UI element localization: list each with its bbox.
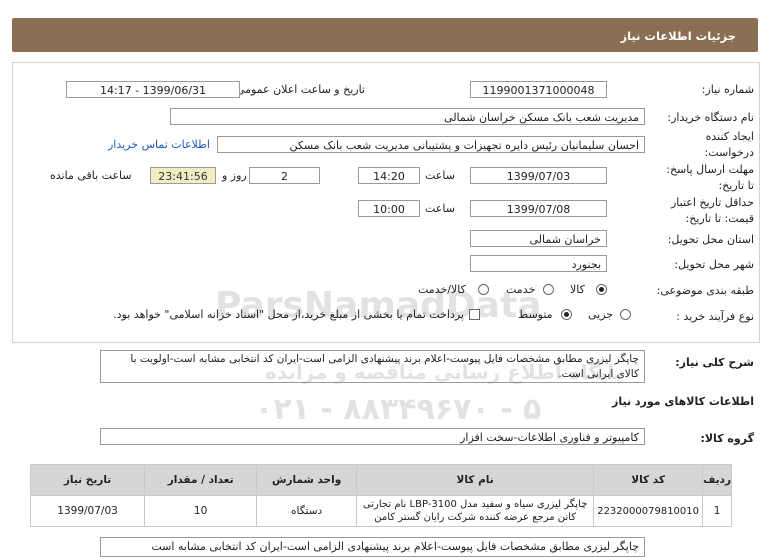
cell-name: چاپگر لیزری سیاه و سفید مدل LBP-3100 نام… xyxy=(356,495,595,527)
cell-qty: 10 xyxy=(144,495,258,527)
treasury-payment-checkbox[interactable] xyxy=(469,309,480,320)
remaining-label: ساعت باقی مانده xyxy=(50,169,132,182)
announce-field: 1399/06/31 - 14:17 xyxy=(66,81,240,98)
category-radio-goods[interactable] xyxy=(596,284,607,295)
deadline-date-field: 1399/07/03 xyxy=(470,167,607,184)
page-title: جزئیات اطلاعات نیاز xyxy=(620,29,736,43)
goods-table: ردیف کد کالا نام کالا واحد شمارش تعداد /… xyxy=(29,464,732,527)
process-option-medium: متوسط xyxy=(518,308,553,321)
buyer-label: نام دستگاه خریدار: xyxy=(667,111,754,124)
column-header-date: تاریخ نیاز xyxy=(29,464,146,496)
description-label: شرح کلی نیاز: xyxy=(675,356,754,369)
goods-group-field: کامپیوتر و فناوری اطلاعات-سخت افزار xyxy=(100,428,645,445)
deadline-label-line1: مهلت ارسال پاسخ: xyxy=(666,163,754,176)
process-radio-medium[interactable] xyxy=(561,309,572,320)
page-header: جزئیات اطلاعات نیاز xyxy=(12,18,758,52)
table-header-row: ردیف کد کالا نام کالا واحد شمارش تعداد /… xyxy=(29,464,732,496)
announce-label: تاریخ و ساعت اعلان عمومی: xyxy=(232,83,365,96)
city-label: شهر محل تحویل: xyxy=(674,258,754,271)
category-label: طبقه بندی موضوعی: xyxy=(656,284,754,297)
validity-time-label: ساعت xyxy=(425,202,455,215)
column-header-row: ردیف xyxy=(702,464,732,496)
category-radio-goods-service[interactable] xyxy=(478,284,489,295)
days-label: روز و xyxy=(222,169,247,182)
goods-note-box: چاپگر لیزری مطابق مشخصات فایل پیوست-اعلا… xyxy=(100,537,645,557)
deadline-label-line2: تا تاریخ: xyxy=(718,179,754,192)
deadline-time-field: 14:20 xyxy=(358,167,420,184)
goods-group-label: گروه کالا: xyxy=(700,432,754,445)
column-header-unit: واحد شمارش xyxy=(256,464,358,496)
cell-date: 1399/07/03 xyxy=(29,495,146,527)
validity-label-line1: حداقل تاریخ اعتبار xyxy=(670,196,754,209)
buyer-field: مدیریت شعب بانک مسکن خراسان شمالی xyxy=(170,108,645,125)
cell-code: 2232000079810010 xyxy=(593,495,704,527)
cell-unit: دستگاه xyxy=(256,495,358,527)
treasury-payment-note: پرداخت تمام یا بخشی از مبلغ خرید،از محل … xyxy=(113,308,464,321)
province-field: خراسان شمالی xyxy=(470,230,607,247)
validity-date-field: 1399/07/08 xyxy=(470,200,607,217)
city-field: بجنورد xyxy=(470,255,607,272)
column-header-qty: تعداد / مقدار xyxy=(144,464,258,496)
watermark-phone: ۰۲۱ - ۸۸۳۴۹۶۷۰ - ۵ xyxy=(255,392,542,427)
creator-label-line1: ایجاد کننده xyxy=(705,130,754,143)
creator-field: احسان سلیمانیان رئیس دایره تجهیزات و پشت… xyxy=(217,136,645,153)
deadline-time-label: ساعت xyxy=(425,169,455,182)
goods-section-title: اطلاعات کالاهای مورد نیاز xyxy=(612,395,754,408)
column-header-code: کد کالا xyxy=(593,464,704,496)
validity-label-line2: قیمت: تا تاریخ: xyxy=(685,212,754,225)
buyer-contact-link[interactable]: اطلاعات تماس خریدار xyxy=(108,138,210,151)
category-option-goods-service: کالا/خدمت xyxy=(418,283,466,296)
validity-time-field: 10:00 xyxy=(358,200,420,217)
days-field: 2 xyxy=(249,167,320,184)
process-radio-minor[interactable] xyxy=(620,309,631,320)
column-header-name: نام کالا xyxy=(356,464,595,496)
creator-label-line2: درخواست: xyxy=(704,146,754,159)
process-option-minor: جزیی xyxy=(588,308,614,321)
need-number-label: شماره نیاز: xyxy=(701,83,754,96)
cell-row: 1 xyxy=(702,495,732,527)
category-option-service: خدمت xyxy=(506,283,536,296)
category-option-goods: کالا xyxy=(570,283,585,296)
process-label: نوع فرآیند خرید : xyxy=(676,310,754,323)
need-number-field: 1199001371000048 xyxy=(470,81,607,98)
category-radio-service[interactable] xyxy=(543,284,554,295)
province-label: استان محل تحویل: xyxy=(667,233,754,246)
description-box: چاپگر لیزری مطابق مشخصات فایل پیوست-اعلا… xyxy=(100,350,645,383)
remaining-timer: 23:41:56 xyxy=(150,167,216,184)
table-row: 1 2232000079810010 چاپگر لیزری سیاه و سف… xyxy=(29,495,732,527)
